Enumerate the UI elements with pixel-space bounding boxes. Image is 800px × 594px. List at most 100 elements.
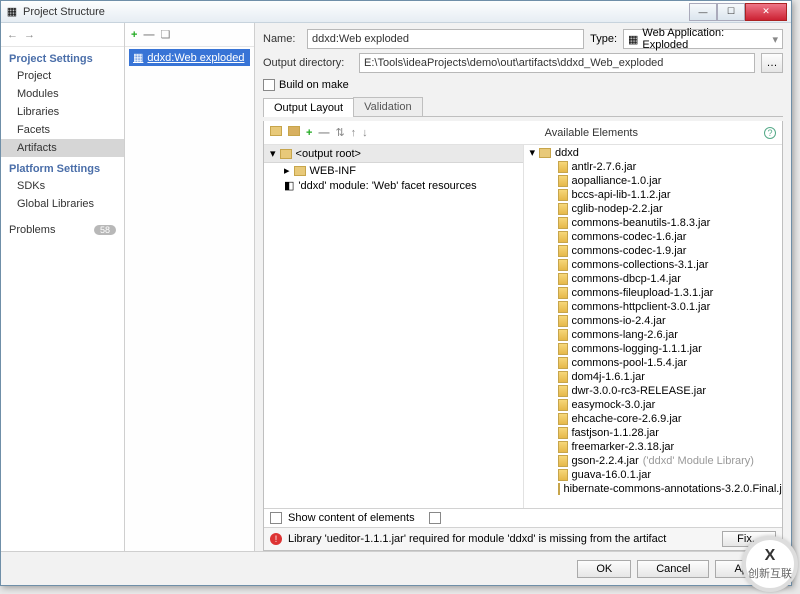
project-structure-window: ▦ Project Structure — ☐ ✕ ← → Project Se…: [0, 0, 792, 586]
artifact-item-label: ddxd:Web exploded: [147, 52, 244, 64]
ok-button[interactable]: OK: [577, 560, 631, 578]
tree-item-webinf[interactable]: ▸ WEB-INF: [264, 163, 523, 178]
jar-item[interactable]: guava-16.0.1.jar: [524, 468, 783, 482]
layout-tabs: Output Layout Validation: [263, 97, 783, 117]
jar-note: ('ddxd' Module Library): [643, 455, 754, 467]
folder-icon: [280, 149, 292, 159]
sidebar-item-sdks[interactable]: SDKs: [1, 177, 124, 195]
problems-count: 58: [94, 225, 116, 235]
browse-button[interactable]: …: [761, 53, 783, 73]
jar-item[interactable]: easymock-3.0.jar: [524, 398, 783, 412]
available-elements-tree[interactable]: ▾ ddxd antlr-2.7.6.jar aopalliance-1.0.j…: [524, 145, 783, 508]
jar-icon: [558, 427, 568, 439]
module-root-row[interactable]: ▾ ddxd: [524, 145, 783, 160]
module-icon: [539, 148, 551, 158]
new-archive-icon[interactable]: [288, 126, 300, 139]
sidebar-item-modules[interactable]: Modules: [1, 85, 124, 103]
artifact-editor-panel: Name: Type: ▦ Web Application: Exploded …: [255, 23, 791, 551]
jar-item[interactable]: commons-httpclient-3.0.1.jar: [524, 300, 783, 314]
jar-item[interactable]: freemarker-2.3.18.jar: [524, 440, 783, 454]
remove-icon[interactable]: —: [318, 127, 329, 139]
jar-item[interactable]: commons-fileupload-1.3.1.jar: [524, 286, 783, 300]
jar-label: cglib-nodep-2.2.jar: [572, 203, 663, 215]
tree-item-facet[interactable]: ◧ 'ddxd' module: 'Web' facet resources: [264, 178, 523, 193]
tab-validation[interactable]: Validation: [353, 97, 423, 116]
sidebar-toolbar: ← →: [1, 23, 124, 47]
jar-item[interactable]: commons-collections-3.1.jar: [524, 258, 783, 272]
sidebar-item-project[interactable]: Project: [1, 67, 124, 85]
secondary-checkbox[interactable]: [429, 512, 441, 524]
jar-icon: [558, 189, 568, 201]
sidebar-item-problems[interactable]: Problems 58: [1, 221, 124, 239]
jar-label: fastjson-1.1.28.jar: [572, 427, 659, 439]
jar-item[interactable]: ehcache-core-2.6.9.jar: [524, 412, 783, 426]
new-folder-icon[interactable]: [270, 126, 282, 139]
add-artifact-icon[interactable]: +: [131, 29, 137, 41]
move-up-icon[interactable]: ↑: [351, 127, 357, 139]
jar-item[interactable]: gson-2.2.4.jar ('ddxd' Module Library): [524, 454, 783, 468]
jar-item[interactable]: bccs-api-lib-1.1.2.jar: [524, 188, 783, 202]
show-content-checkbox[interactable]: [270, 512, 282, 524]
move-down-icon[interactable]: ↓: [362, 127, 368, 139]
sort-icon[interactable]: ⇅: [335, 126, 344, 139]
jar-icon: [558, 483, 560, 495]
jar-icon: [558, 357, 568, 369]
maximize-button[interactable]: ☐: [717, 3, 745, 21]
expand-icon[interactable]: ▾: [530, 146, 536, 159]
settings-sidebar: ← → Project Settings Project Modules Lib…: [1, 23, 125, 551]
back-icon[interactable]: ←: [7, 29, 18, 41]
sidebar-item-global-libraries[interactable]: Global Libraries: [1, 195, 124, 213]
jar-label: easymock-3.0.jar: [572, 399, 656, 411]
output-root-row[interactable]: ▾ <output root>: [264, 145, 523, 163]
tree-item-label: 'ddxd' module: 'Web' facet resources: [298, 180, 476, 192]
copy-artifact-icon[interactable]: ❏: [160, 28, 170, 41]
titlebar[interactable]: ▦ Project Structure — ☐ ✕: [1, 1, 791, 23]
help-icon[interactable]: ?: [764, 127, 776, 139]
jar-label: freemarker-2.3.18.jar: [572, 441, 675, 453]
name-input[interactable]: [307, 29, 584, 49]
sidebar-item-facets[interactable]: Facets: [1, 121, 124, 139]
jar-icon: [558, 413, 568, 425]
build-on-make-checkbox[interactable]: [263, 79, 275, 91]
type-combo[interactable]: ▦ Web Application: Exploded ▾: [623, 29, 783, 49]
jar-icon: [558, 259, 568, 271]
expand-icon[interactable]: ▾: [270, 147, 276, 160]
jar-item[interactable]: commons-codec-1.6.jar: [524, 230, 783, 244]
jar-item[interactable]: cglib-nodep-2.2.jar: [524, 202, 783, 216]
jar-item[interactable]: commons-lang-2.6.jar: [524, 328, 783, 342]
jar-label: commons-lang-2.6.jar: [572, 329, 678, 341]
jar-label: hibernate-commons-annotations-3.2.0.Fina…: [564, 483, 783, 495]
jar-icon: [558, 175, 568, 187]
jar-item[interactable]: dwr-3.0.0-rc3-RELEASE.jar: [524, 384, 783, 398]
jar-item[interactable]: dom4j-1.6.1.jar: [524, 370, 783, 384]
jar-item[interactable]: antlr-2.7.6.jar: [524, 160, 783, 174]
output-tree[interactable]: ▾ <output root> ▸ WEB-INF ◧ 'ddxd' modul…: [264, 145, 524, 508]
remove-artifact-icon[interactable]: —: [143, 29, 154, 41]
jar-label: commons-fileupload-1.3.1.jar: [572, 287, 714, 299]
module-root-label: ddxd: [555, 147, 579, 159]
cancel-button[interactable]: Cancel: [637, 560, 709, 578]
section-header-project-settings: Project Settings: [1, 47, 124, 67]
tab-output-layout[interactable]: Output Layout: [263, 98, 354, 117]
jar-item[interactable]: commons-pool-1.5.4.jar: [524, 356, 783, 370]
artifact-item-selected[interactable]: ▦ ddxd:Web exploded: [129, 49, 250, 66]
jar-item[interactable]: hibernate-commons-annotations-3.2.0.Fina…: [524, 482, 783, 496]
jar-item[interactable]: commons-logging-1.1.1.jar: [524, 342, 783, 356]
sidebar-item-libraries[interactable]: Libraries: [1, 103, 124, 121]
forward-icon[interactable]: →: [24, 29, 35, 41]
close-button[interactable]: ✕: [745, 3, 787, 21]
jar-item[interactable]: aopalliance-1.0.jar: [524, 174, 783, 188]
jar-label: commons-pool-1.5.4.jar: [572, 357, 688, 369]
outdir-input[interactable]: [359, 53, 755, 73]
jar-item[interactable]: commons-dbcp-1.4.jar: [524, 272, 783, 286]
type-label: Type:: [590, 33, 617, 45]
minimize-button[interactable]: —: [689, 3, 717, 21]
jar-item[interactable]: commons-beanutils-1.8.3.jar: [524, 216, 783, 230]
jar-item[interactable]: commons-codec-1.9.jar: [524, 244, 783, 258]
jar-item[interactable]: fastjson-1.1.28.jar: [524, 426, 783, 440]
jar-item[interactable]: commons-io-2.4.jar: [524, 314, 783, 328]
expand-icon[interactable]: ▸: [284, 164, 290, 177]
chevron-down-icon: ▾: [772, 33, 778, 46]
add-copy-icon[interactable]: +: [306, 127, 312, 139]
sidebar-item-artifacts[interactable]: Artifacts: [1, 139, 124, 157]
